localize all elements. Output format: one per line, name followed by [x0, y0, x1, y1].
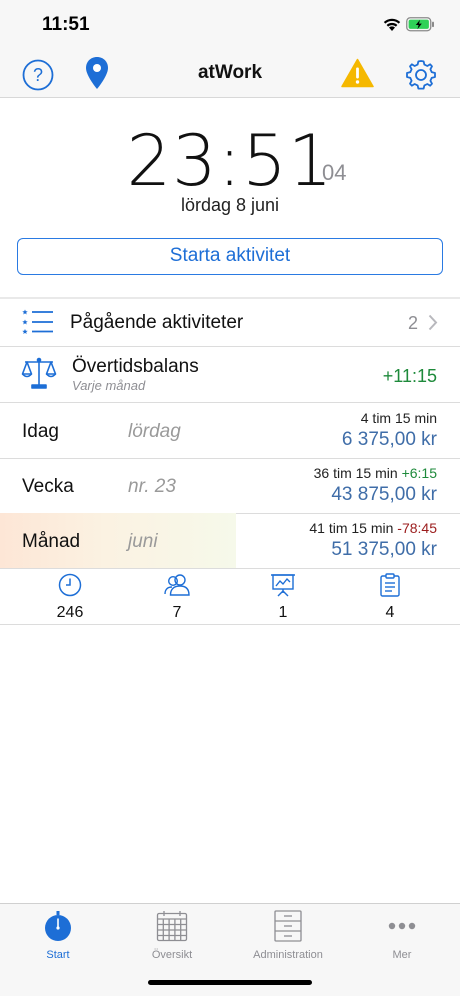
battery-charging-icon: [406, 17, 434, 32]
tab-administration[interactable]: Administration: [233, 910, 343, 961]
period-hours-value: 41 tim 15 min: [309, 520, 394, 536]
task-list-icon: [22, 309, 53, 334]
presentation-icon: [271, 574, 295, 597]
app-title: atWork: [197, 62, 263, 83]
period-overtime-diff: -78:45: [397, 520, 437, 536]
settings-gear-icon[interactable]: [404, 58, 438, 92]
period-sub: lördag: [128, 421, 181, 442]
warning-icon[interactable]: [341, 58, 374, 88]
period-label: Månad: [22, 531, 81, 552]
period-hours-value: 36 tim 15 min: [313, 465, 398, 481]
overtime-balance-label: Övertidsbalans: [72, 356, 199, 377]
period-earnings: 6 375,00 kr: [341, 429, 437, 450]
tab-oversikt[interactable]: Översikt: [117, 910, 227, 961]
stat-value: 1: [278, 604, 288, 621]
status-time: 11:51: [42, 14, 90, 35]
stat-value: 246: [56, 604, 84, 621]
tab-label: Mer: [392, 949, 412, 961]
wifi-icon: [383, 18, 401, 31]
clock-icon: [58, 573, 82, 597]
period-earnings: 43 875,00 kr: [331, 484, 437, 505]
clock-time: 23:51: [126, 120, 334, 202]
overtime-balance-value: +11:15: [382, 366, 437, 386]
status-bar: 11:51: [0, 0, 460, 50]
period-hours-value: 4 tim 15 min: [360, 410, 437, 426]
tab-label: Administration: [253, 949, 323, 961]
more-dots-icon: [388, 922, 416, 930]
period-overtime-diff: +6:15: [401, 465, 437, 481]
clock-seconds: 04: [322, 160, 347, 185]
current-date: lördag 8 juni: [180, 195, 280, 215]
tab-mer[interactable]: Mer: [347, 910, 457, 961]
clock-display: 23:51 04: [0, 120, 460, 202]
period-hours: 36 tim 15 min +6:15: [314, 465, 437, 481]
users-icon: [164, 574, 190, 596]
stat-clients[interactable]: 7: [137, 573, 217, 622]
overtime-balance-row[interactable]: Övertidsbalans Varje månad +11:15: [0, 347, 460, 403]
period-sub: juni: [128, 531, 158, 552]
stat-activities[interactable]: 246: [30, 573, 110, 622]
chevron-right-icon: [428, 314, 438, 331]
period-label: Idag: [22, 421, 59, 442]
ongoing-activities-count: 2: [407, 313, 418, 333]
ongoing-activities-row[interactable]: Pågående aktiviteter 2: [0, 299, 460, 347]
period-hours: 4 tim 15 min: [361, 410, 437, 426]
period-sub: nr. 23: [128, 476, 176, 497]
period-row-week[interactable]: Vecka nr. 23 36 tim 15 min +6:15 43 875,…: [0, 458, 460, 514]
stats-row: 246 7 1 4: [0, 569, 460, 625]
stat-value: 7: [172, 604, 182, 621]
period-earnings: 51 375,00 kr: [331, 539, 437, 560]
period-row-today[interactable]: Idag lördag 4 tim 15 min 6 375,00 kr: [0, 403, 460, 459]
nav-bar: ? atWork: [0, 50, 460, 98]
start-activity-button[interactable]: Starta aktivitet: [17, 238, 443, 275]
period-row-month[interactable]: Månad juni 41 tim 15 min -78:45 51 375,0…: [0, 513, 460, 569]
tab-start[interactable]: Start: [3, 910, 113, 961]
overtime-balance-period: Varje månad: [72, 378, 146, 393]
stat-projects[interactable]: 1: [243, 573, 323, 622]
tab-label: Start: [46, 949, 70, 961]
ongoing-activities-label: Pågående aktiviteter: [70, 312, 244, 333]
stopwatch-icon: [45, 911, 71, 941]
stat-tasks[interactable]: 4: [350, 573, 430, 622]
home-indicator[interactable]: [148, 980, 312, 985]
tab-label: Översikt: [151, 949, 193, 961]
period-hours: 41 tim 15 min -78:45: [309, 520, 437, 536]
calendar-icon: [156, 911, 188, 942]
stat-value: 4: [385, 604, 395, 621]
file-cabinet-icon: [274, 910, 302, 942]
period-label: Vecka: [22, 476, 74, 497]
balance-scale-icon: [21, 357, 57, 389]
clipboard-icon: [380, 573, 400, 597]
